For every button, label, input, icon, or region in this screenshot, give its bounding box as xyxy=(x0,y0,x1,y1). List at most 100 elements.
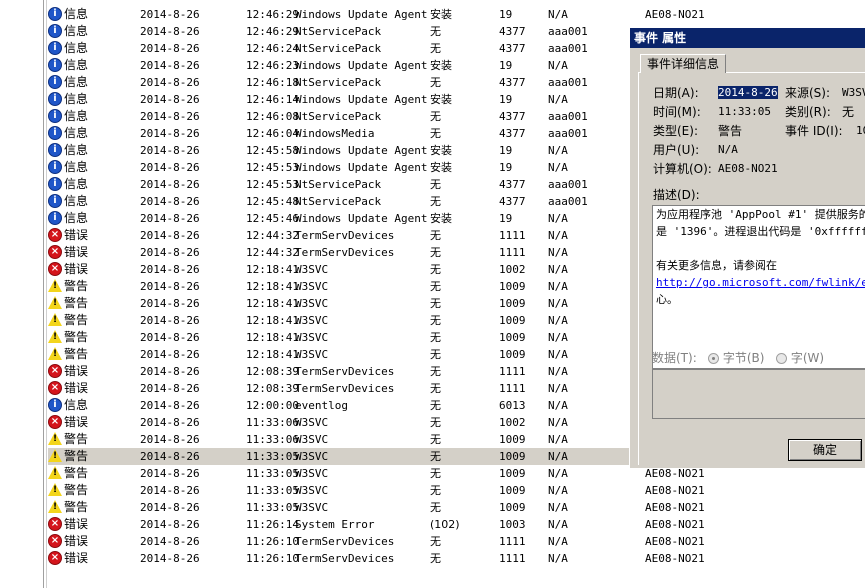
user-cell: N/A xyxy=(548,382,568,395)
table-row[interactable]: × 错误 2014-8-26 11:26:10 TermServDevices 无 1111… xyxy=(48,550,720,567)
table-row[interactable]: × 错误 2014-8-26 12:08:39 TermServDevices 无 1111… xyxy=(48,363,720,380)
event-id-cell: 19 xyxy=(499,161,513,174)
date-cell: 2014-8-26 xyxy=(140,280,200,293)
source-cell: TermServDevices xyxy=(295,365,395,378)
event-id-cell: 19 xyxy=(499,93,513,106)
radio-words-label: 字(W) xyxy=(790,351,825,365)
table-row[interactable]: i 信息 2014-8-26 12:46:18 NtServicePack 无 4377 aa… xyxy=(48,74,720,91)
date-cell: 2014-8-26 xyxy=(140,484,200,497)
table-row[interactable]: 警告 2014-8-26 12:18:41W3SVC 无 1009 N/A xyxy=(48,278,720,295)
help-link[interactable]: http://go.microsoft.com/fwlink/even xyxy=(656,276,865,289)
time-cell: 12:45:58 xyxy=(246,144,299,157)
tab-event-details[interactable]: 事件详细信息 xyxy=(640,54,727,73)
user-cell: N/A xyxy=(548,399,568,412)
table-row[interactable]: i 信息 2014-8-26 12:46:29 NtServicePack 无 4377 aa… xyxy=(48,23,720,40)
source-cell: W3SVC xyxy=(295,348,329,361)
info-icon: i xyxy=(48,23,62,38)
warning-icon xyxy=(48,483,62,496)
table-row[interactable]: 警告 2014-8-26 12:18:41W3SVC 无 1009 N/A xyxy=(48,329,720,346)
table-row[interactable]: 警告 2014-8-26 11:33:06W3SVC 无 1009 N/A xyxy=(48,431,720,448)
ok-button[interactable]: 确定 xyxy=(788,439,862,461)
event-id-cell: 6013 xyxy=(499,399,526,412)
table-row[interactable]: 警告 2014-8-26 12:18:41W3SVC 无 1009 N/A xyxy=(48,312,720,329)
table-row[interactable]: × 错误 2014-8-26 12:44:32 TermServDevices 无 1111… xyxy=(48,244,720,261)
radio-bytes[interactable]: 字节(B) xyxy=(708,350,764,366)
computer-cell: AE08-NO21 xyxy=(645,518,705,531)
description-textbox[interactable]: 为应用程序池 'AppPool #1' 提供服务的 是 '1396'。进程退出代… xyxy=(652,205,865,369)
source-cell: NtServicePack xyxy=(295,76,382,89)
category-cell: 无 xyxy=(430,382,441,395)
table-row[interactable]: 警告 2014-8-26 12:18:41W3SVC 无 1009 N/A xyxy=(48,295,720,312)
user-cell: N/A xyxy=(548,467,568,480)
event-type-label: 信息 xyxy=(64,7,89,21)
source-cell: Windows Update Agent xyxy=(295,144,428,157)
table-row[interactable]: i 信息 2014-8-26 12:46:04 WindowsMedia 无 4377 aaa… xyxy=(48,125,720,142)
table-row[interactable]: × 错误 2014-8-26 12:44:32 TermServDevices 无 1111… xyxy=(48,227,720,244)
table-row[interactable]: 警告2014-8-2611:33:05W3SVC无1009N/AAE08-NO2… xyxy=(48,448,720,465)
event-id-cell: 19 xyxy=(499,59,513,72)
table-row[interactable]: × 错误 2014-8-26 12:18:41 W3SVC 无 1002 N/A xyxy=(48,261,720,278)
category-cell: 无 xyxy=(430,331,441,344)
event-type-cell: i 信息 xyxy=(48,142,138,159)
radio-words-dot[interactable] xyxy=(776,353,787,364)
source-cell: TermServDevices xyxy=(295,229,395,242)
event-type-cell: × 错误 xyxy=(48,533,138,550)
event-id-cell: 19 xyxy=(499,144,513,157)
source-cell: W3SVC xyxy=(295,501,329,514)
date-cell: 2014-8-26 xyxy=(140,93,200,106)
event-id-cell: 1111 xyxy=(499,365,526,378)
dialog-title: 事件 属性 xyxy=(630,28,865,48)
table-row[interactable]: i 信息 2014-8-26 12:46:23 Windows Update Agent… xyxy=(48,57,720,74)
category-cell: 无 xyxy=(430,314,441,327)
time-cell: 12:45:48 xyxy=(246,195,299,208)
table-row[interactable]: 警告2014-8-2611:33:05W3SVC无1009N/AAE08-NO2… xyxy=(48,465,720,482)
table-row[interactable]: i 信息 2014-8-26 12:46:14 Windows Update Agent… xyxy=(48,91,720,108)
event-type-label: 警告 xyxy=(64,347,89,361)
event-id-cell: 1009 xyxy=(499,280,526,293)
table-row[interactable]: 警告 2014-8-26 12:18:41W3SVC 无 1009 N/A xyxy=(48,346,720,363)
tree-pane xyxy=(0,0,40,588)
event-id-cell: 1111 xyxy=(499,246,526,259)
event-id-cell: 1009 xyxy=(499,450,526,463)
category-cell: 无 xyxy=(430,263,441,276)
time-cell: 12:46:14 xyxy=(246,93,299,106)
table-row[interactable]: i 信息 2014-8-26 12:45:53 Windows Update Agent… xyxy=(48,159,720,176)
event-type-label: 信息 xyxy=(64,24,89,38)
table-row[interactable]: i 信息 2014-8-26 12:00:00 eventlog 无 6013 N/A xyxy=(48,397,720,414)
date-cell: 2014-8-26 xyxy=(140,314,200,327)
table-row[interactable]: × 错误 2014-8-26 11:26:14 System Error (102) 100… xyxy=(48,516,720,533)
table-row[interactable]: × 错误 2014-8-26 11:33:06 W3SVC 无 1002 N/A xyxy=(48,414,720,431)
radio-words[interactable]: 字(W) xyxy=(776,350,824,366)
date-cell: 2014-8-26 xyxy=(140,518,200,531)
table-row[interactable]: i 信息 2014-8-26 12:46:29 Windows Update Agent… xyxy=(48,6,720,23)
user-cell: N/A xyxy=(548,59,568,72)
event-type-label: 错误 xyxy=(64,415,89,429)
computer-cell: AE08-NO21 xyxy=(645,552,705,565)
category-cell: 无 xyxy=(430,178,441,191)
table-row[interactable]: × 错误 2014-8-26 12:08:39 TermServDevices 无 1111… xyxy=(48,380,720,397)
event-type-cell: i 信息 xyxy=(48,6,138,23)
info-icon: i xyxy=(48,142,62,157)
table-row[interactable]: i 信息 2014-8-26 12:46:08 NtServicePack 无 4377 aa… xyxy=(48,108,720,125)
table-row[interactable]: i 信息 2014-8-26 12:45:48 NtServicePack 无 4377 aa… xyxy=(48,193,720,210)
user-cell: aaa001 xyxy=(548,42,588,55)
table-row[interactable]: i 信息 2014-8-26 12:45:53 NtServicePack 无 4377 aa… xyxy=(48,176,720,193)
radio-bytes-dot[interactable] xyxy=(708,353,719,364)
table-row[interactable]: 警告2014-8-2611:33:05W3SVC无1009N/AAE08-NO2… xyxy=(48,499,720,516)
date-value[interactable]: 2014-8-26 xyxy=(718,86,778,99)
table-row[interactable]: 警告2014-8-2611:33:05W3SVC无1009N/AAE08-NO2… xyxy=(48,482,720,499)
time-cell: 12:44:32 xyxy=(246,246,299,259)
date-cell: 2014-8-26 xyxy=(140,144,200,157)
table-row[interactable]: i 信息 2014-8-26 12:46:24 NtServicePack 无 4377 aa… xyxy=(48,40,720,57)
table-row[interactable]: × 错误 2014-8-26 11:26:10 TermServDevices 无 1111… xyxy=(48,533,720,550)
user-cell: aaa001 xyxy=(548,178,588,191)
event-type-cell: × 错误 xyxy=(48,516,138,533)
description-line: 有关更多信息，请参阅在 xyxy=(656,259,777,272)
category-cell: 无 xyxy=(430,280,441,293)
table-row[interactable]: i 信息 2014-8-26 12:45:58 Windows Update Agent… xyxy=(48,142,720,159)
table-row[interactable]: i 信息 2014-8-26 12:45:46 Windows Update Agent… xyxy=(48,210,720,227)
date-cell: 2014-8-26 xyxy=(140,263,200,276)
data-textbox[interactable] xyxy=(652,369,865,419)
user-cell: N/A xyxy=(548,348,568,361)
pane-divider[interactable] xyxy=(43,0,44,588)
